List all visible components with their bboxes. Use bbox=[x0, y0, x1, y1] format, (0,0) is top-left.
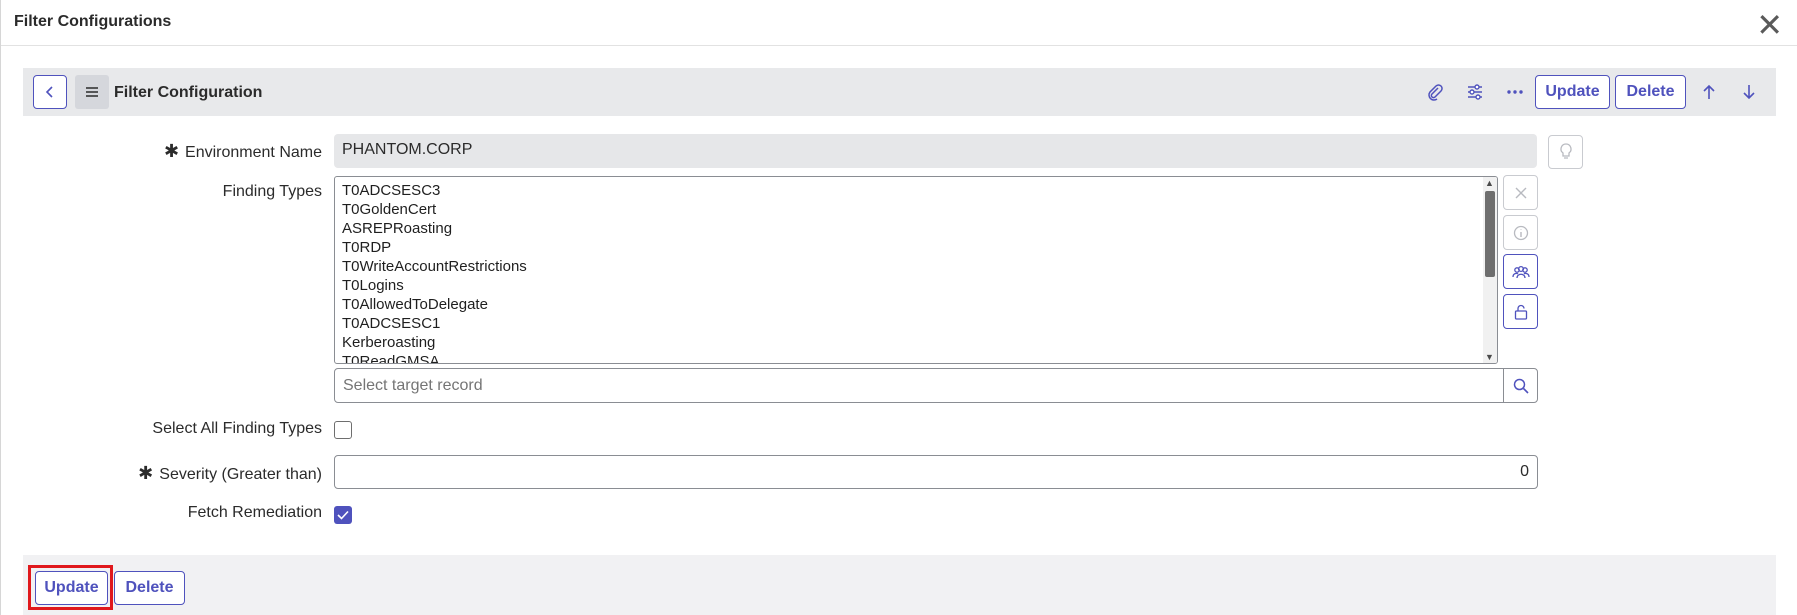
lightbulb-button[interactable] bbox=[1548, 135, 1583, 169]
required-asterisk-icon: ✱ bbox=[163, 141, 180, 161]
info-button[interactable] bbox=[1503, 215, 1538, 250]
reference-search-button[interactable] bbox=[1503, 368, 1538, 403]
finding-types-label: Finding Types bbox=[222, 183, 322, 200]
list-item[interactable]: T0ADCSESC3 bbox=[342, 181, 1490, 200]
list-item[interactable]: T0WriteAccountRestrictions bbox=[342, 257, 1490, 276]
back-button[interactable] bbox=[33, 75, 67, 109]
arrow-down-icon[interactable] bbox=[1735, 78, 1763, 106]
settings-icon[interactable] bbox=[1461, 78, 1489, 106]
header-update-button[interactable]: Update bbox=[1535, 75, 1610, 109]
dialog-titlebar: Filter Configurations ✕ bbox=[1, 0, 1797, 46]
list-item[interactable]: Kerberoasting bbox=[342, 333, 1490, 352]
list-item[interactable]: T0RDP bbox=[342, 238, 1490, 257]
footer-delete-button[interactable]: Delete bbox=[114, 571, 185, 605]
list-item[interactable]: ASREPRoasting bbox=[342, 219, 1490, 238]
finding-types-list: T0ADCSESC3 T0GoldenCert ASREPRoasting T0… bbox=[335, 177, 1497, 363]
unlock-button[interactable] bbox=[1503, 294, 1538, 329]
back-icon bbox=[45, 86, 53, 98]
finding-types-listbox[interactable]: T0ADCSESC3 T0GoldenCert ASREPRoasting T0… bbox=[334, 176, 1498, 364]
menu-icon bbox=[86, 87, 98, 97]
lightbulb-icon bbox=[1559, 143, 1572, 159]
scroll-down-icon[interactable]: ▼ bbox=[1485, 352, 1494, 362]
form-footer bbox=[23, 555, 1776, 615]
unlock-icon bbox=[1514, 304, 1527, 320]
remove-button[interactable] bbox=[1503, 175, 1538, 210]
more-icon[interactable] bbox=[1501, 78, 1529, 106]
close-icon[interactable]: ✕ bbox=[1756, 9, 1783, 41]
attachment-icon[interactable] bbox=[1421, 78, 1449, 106]
list-item[interactable]: T0ReadGMSA bbox=[342, 352, 1490, 363]
users-icon bbox=[1511, 265, 1530, 278]
filter-configurations-dialog: Filter Configurations ✕ Filter Configura… bbox=[0, 0, 1797, 615]
list-item[interactable]: T0GoldenCert bbox=[342, 200, 1490, 219]
list-item[interactable]: T0Logins bbox=[342, 276, 1490, 295]
arrow-up-icon[interactable] bbox=[1695, 78, 1723, 106]
target-record-input[interactable] bbox=[334, 368, 1504, 403]
scroll-up-icon[interactable]: ▲ bbox=[1485, 178, 1494, 188]
severity-input[interactable]: 0 bbox=[334, 455, 1538, 489]
dialog-title: Filter Configurations bbox=[14, 13, 172, 30]
required-asterisk-icon: ✱ bbox=[138, 463, 154, 483]
fetch-remediation-checkbox[interactable] bbox=[334, 506, 352, 524]
checkmark-icon bbox=[337, 510, 349, 520]
highlight-box bbox=[28, 565, 113, 610]
listbox-scrollbar[interactable]: ▲ ▼ bbox=[1483, 177, 1497, 363]
scrollbar-thumb[interactable] bbox=[1485, 191, 1495, 277]
list-item[interactable]: T0ADCSESC1 bbox=[342, 314, 1490, 333]
menu-button[interactable] bbox=[75, 75, 109, 109]
header-delete-button[interactable]: Delete bbox=[1615, 75, 1686, 109]
select-all-label: Select All Finding Types bbox=[152, 420, 322, 437]
severity-label: ✱ Severity (Greater than) bbox=[138, 463, 322, 483]
add-users-button[interactable] bbox=[1503, 254, 1538, 289]
search-icon bbox=[1513, 378, 1529, 394]
close-icon bbox=[1515, 187, 1526, 198]
form-title: Filter Configuration bbox=[114, 84, 263, 101]
info-icon bbox=[1513, 225, 1528, 240]
select-all-checkbox[interactable] bbox=[334, 421, 352, 439]
list-item[interactable]: T0AllowedToDelegate bbox=[342, 295, 1490, 314]
fetch-remediation-label: Fetch Remediation bbox=[187, 504, 322, 521]
form-header: Filter Configuration Update Delete bbox=[23, 68, 1776, 116]
environment-name-field: PHANTOM.CORP bbox=[334, 134, 1537, 168]
environment-name-label: ✱ Environment Name bbox=[163, 141, 322, 161]
